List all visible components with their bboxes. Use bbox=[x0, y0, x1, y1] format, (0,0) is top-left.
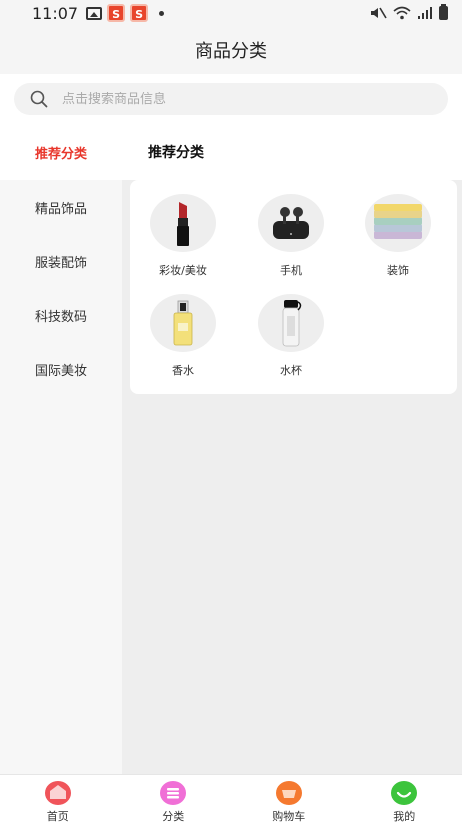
status-time: 11:07 bbox=[32, 3, 79, 23]
sidebar-item-label: 国际美妆 bbox=[34, 363, 87, 379]
sidebar-item-label: 服装配饰 bbox=[34, 255, 87, 271]
category-item-perfume[interactable]: 香水 bbox=[133, 294, 233, 378]
category-item-phone[interactable]: 手机 bbox=[241, 194, 341, 278]
category-thumb bbox=[365, 194, 431, 252]
more-notifications-dot-icon bbox=[159, 10, 165, 16]
category-content: 推荐分类 彩妆/美妆 手机 装饰 香水 水杯 bbox=[122, 124, 462, 774]
tab-profile[interactable]: 我的 bbox=[347, 775, 462, 824]
water-bottle-icon bbox=[282, 300, 302, 347]
section-header: 推荐分类 bbox=[122, 124, 462, 180]
title-bar: 商品分类 bbox=[0, 26, 462, 74]
status-indicators bbox=[369, 4, 448, 20]
tab-cart[interactable]: 购物车 bbox=[231, 775, 347, 824]
category-label: 水杯 bbox=[280, 364, 302, 377]
category-thumb bbox=[150, 194, 216, 252]
app-notification-icon: S bbox=[107, 4, 126, 22]
tab-label: 我的 bbox=[393, 810, 416, 823]
section-title: 推荐分类 bbox=[148, 145, 204, 161]
home-icon bbox=[44, 781, 71, 805]
tab-label: 购物车 bbox=[272, 810, 306, 823]
signal-icon bbox=[418, 7, 432, 19]
status-bar: 11:07 S S bbox=[0, 0, 462, 26]
mute-icon bbox=[371, 7, 387, 19]
sidebar-item-cosmetics[interactable]: 国际美妆 bbox=[0, 342, 122, 396]
tab-home[interactable]: 首页 bbox=[0, 775, 116, 824]
search-bar bbox=[0, 74, 462, 124]
bottom-tab-bar: 首页 分类 购物车 我的 bbox=[0, 774, 462, 824]
category-item-cup[interactable]: 水杯 bbox=[241, 294, 341, 378]
category-label: 装饰 bbox=[387, 264, 409, 277]
category-item-makeup[interactable]: 彩妆/美妆 bbox=[133, 194, 233, 278]
wifi-icon bbox=[393, 6, 411, 20]
sidebar-item-label: 科技数码 bbox=[34, 309, 87, 325]
category-label: 香水 bbox=[172, 364, 194, 377]
tab-label: 分类 bbox=[162, 810, 185, 823]
sidebar-item-label: 推荐分类 bbox=[34, 146, 87, 162]
category-label: 手机 bbox=[280, 264, 302, 277]
gallery-notification-icon bbox=[86, 6, 103, 20]
category-item-decor[interactable]: 装饰 bbox=[348, 194, 448, 278]
tab-label: 首页 bbox=[46, 810, 69, 823]
category-grid: 彩妆/美妆 手机 装饰 香水 水杯 bbox=[130, 180, 457, 394]
lipstick-icon bbox=[177, 202, 189, 246]
sidebar-item-jewelry[interactable]: 精品饰品 bbox=[0, 180, 122, 234]
category-thumb bbox=[258, 194, 324, 252]
search-icon bbox=[30, 90, 48, 108]
towels-icon bbox=[374, 204, 422, 239]
perfume-icon bbox=[173, 300, 193, 346]
search-box[interactable] bbox=[14, 83, 448, 115]
sidebar-item-label: 精品饰品 bbox=[34, 201, 87, 217]
sidebar-item-digital[interactable]: 科技数码 bbox=[0, 288, 122, 342]
category-label: 彩妆/美妆 bbox=[159, 264, 207, 277]
profile-icon bbox=[391, 781, 418, 805]
battery-icon bbox=[439, 4, 448, 20]
sidebar-item-apparel[interactable]: 服装配饰 bbox=[0, 234, 122, 288]
sidebar-item-recommended[interactable]: 推荐分类 bbox=[0, 124, 122, 180]
category-thumb bbox=[258, 294, 324, 352]
earbuds-icon bbox=[273, 207, 309, 239]
app-notification-icon-2: S bbox=[130, 4, 149, 22]
search-input[interactable] bbox=[62, 91, 382, 107]
tab-category[interactable]: 分类 bbox=[116, 775, 232, 824]
category-thumb bbox=[150, 294, 216, 352]
page-title: 商品分类 bbox=[195, 41, 267, 62]
cart-icon bbox=[275, 781, 302, 805]
category-sidebar: 推荐分类 精品饰品 服装配饰 科技数码 国际美妆 bbox=[0, 124, 122, 774]
category-icon bbox=[160, 781, 187, 805]
